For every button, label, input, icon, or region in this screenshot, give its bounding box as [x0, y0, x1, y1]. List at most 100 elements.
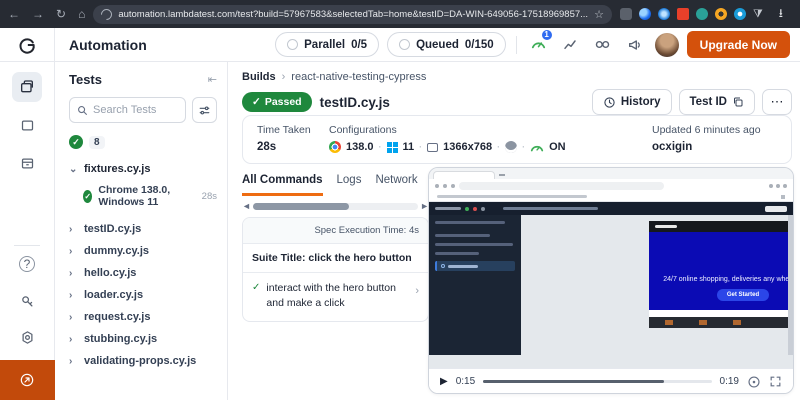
- rail-builds-button[interactable]: [12, 72, 42, 102]
- integrations-button[interactable]: [591, 33, 615, 57]
- breadcrumb-current[interactable]: react-native-testing-cypress: [291, 71, 426, 83]
- tree-child-chrome-windows[interactable]: ✓ Chrome 138.0, Windows 11 28s: [83, 184, 217, 208]
- scrollbar-thumb[interactable]: [253, 203, 349, 210]
- incognito-icon: [505, 141, 517, 153]
- breadcrumb: Builds › react-native-testing-cypress: [242, 71, 426, 83]
- blue-extension-icon[interactable]: [658, 8, 670, 20]
- bookmark-extension-icon[interactable]: [677, 8, 689, 20]
- video-runner-sidebar: [429, 215, 521, 355]
- search-tests-input[interactable]: [93, 104, 178, 116]
- tree-item-dummy[interactable]: › dummy.cy.js: [69, 240, 217, 262]
- history-label: History: [621, 96, 661, 108]
- test-id-button[interactable]: Test ID: [679, 89, 756, 115]
- edge-extension-icon[interactable]: [639, 8, 651, 20]
- playback-settings-icon: [747, 375, 761, 389]
- screenshot-extension-icon[interactable]: [620, 8, 632, 20]
- breadcrumb-separator-icon: ›: [282, 71, 286, 83]
- status-badge-label: Passed: [265, 96, 302, 108]
- main-content: Builds › react-native-testing-cypress ✓ …: [228, 62, 800, 400]
- product-switcher-button[interactable]: [0, 360, 55, 400]
- downloads-icon[interactable]: ⭳: [779, 4, 783, 25]
- video-browser-tab: [433, 171, 495, 179]
- video-frame[interactable]: 24/7 online shopping, deliveries any whe…: [429, 168, 793, 368]
- lambdatest-extension-icon[interactable]: [696, 8, 708, 20]
- tab-logs[interactable]: Logs: [337, 174, 362, 196]
- tabs-horizontal-scrollbar[interactable]: ◄ ►: [242, 201, 429, 211]
- playback-settings-button[interactable]: [747, 375, 761, 389]
- chevron-right-icon: ›: [415, 285, 419, 297]
- updated-label: Updated 6 minutes ago: [652, 124, 761, 136]
- fullscreen-icon: [769, 375, 782, 388]
- help-button[interactable]: ?: [19, 256, 35, 272]
- access-key-button[interactable]: [12, 286, 42, 316]
- video-runner-specs-blob: [435, 207, 461, 210]
- search-tests-box[interactable]: [69, 97, 186, 123]
- archive-icon: [20, 156, 35, 171]
- fullscreen-button[interactable]: [769, 375, 782, 388]
- video-controls: ▶ 0:15 0:19: [429, 368, 793, 394]
- collapse-sidebar-icon[interactable]: ⇤: [208, 73, 217, 86]
- back-icon[interactable]: ←: [8, 8, 20, 20]
- filter-tests-button[interactable]: [192, 97, 217, 123]
- sidebar-title: Tests: [69, 72, 102, 87]
- video-url-pill: [459, 182, 664, 190]
- announcements-button[interactable]: [623, 33, 647, 57]
- tree-item-request[interactable]: › request.cy.js: [69, 306, 217, 328]
- site-settings-icon[interactable]: [99, 6, 115, 22]
- rail-sessions-button[interactable]: [12, 110, 42, 140]
- forward-icon[interactable]: →: [32, 8, 44, 20]
- more-icon: ⋯: [771, 94, 784, 110]
- tree-item-label: fixtures.cy.js: [84, 163, 150, 175]
- orange-extension-icon[interactable]: [715, 8, 727, 20]
- more-options-button[interactable]: ⋯: [762, 89, 792, 115]
- tab-network[interactable]: Network: [375, 174, 417, 196]
- parallel-status-button[interactable]: Parallel 0/5: [275, 32, 379, 57]
- builds-icon: [19, 79, 35, 95]
- queued-value: 0/150: [465, 39, 494, 51]
- command-step-row[interactable]: ✓ interact with the hero button and make…: [243, 273, 428, 321]
- home-icon[interactable]: ⌂: [78, 8, 85, 20]
- video-progress-bar[interactable]: [483, 380, 711, 383]
- breadcrumb-builds-link[interactable]: Builds: [242, 71, 276, 83]
- speedometer-button[interactable]: 1: [527, 33, 551, 57]
- history-button[interactable]: History: [592, 89, 672, 115]
- page-title: Automation: [69, 37, 147, 53]
- rail-archive-button[interactable]: [12, 148, 42, 178]
- line-chart-icon: [563, 37, 579, 53]
- divider: [14, 245, 40, 246]
- address-bar[interactable]: automation.lambdatest.com/test?build=579…: [93, 5, 612, 24]
- queued-status-button[interactable]: Queued 0/150: [387, 32, 506, 57]
- tree-item-loader[interactable]: › loader.cy.js: [69, 284, 217, 306]
- tree-item-stubbing[interactable]: › stubbing.cy.js: [69, 328, 217, 350]
- settings-button[interactable]: [12, 322, 42, 352]
- separator: ·: [379, 142, 382, 152]
- extensions-puzzle-icon[interactable]: ⧩: [753, 8, 763, 21]
- updated-user: ocxigin: [652, 141, 761, 153]
- tree-item-fixtures[interactable]: ⌄ fixtures.cy.js: [69, 163, 217, 175]
- upgrade-now-button[interactable]: Upgrade Now: [687, 31, 790, 58]
- scroll-left-icon[interactable]: ◄: [242, 201, 251, 211]
- lambdatest-logo[interactable]: [0, 28, 55, 61]
- screen: ← → ↻ ⌂ automation.lambdatest.com/test?b…: [0, 0, 800, 400]
- parallel-value: 0/5: [351, 39, 367, 51]
- tree-item-testid[interactable]: › testID.cy.js: [69, 218, 217, 240]
- play-button[interactable]: ▶: [440, 376, 448, 387]
- tab-all-commands[interactable]: All Commands: [242, 174, 323, 196]
- separator: ·: [419, 142, 422, 152]
- scrollbar-track[interactable]: [253, 203, 418, 210]
- tree-item-validating-props[interactable]: › validating-props.cy.js: [69, 350, 217, 372]
- reload-icon[interactable]: ↻: [56, 8, 66, 20]
- download-manager-extension-icon[interactable]: [734, 8, 746, 20]
- insights-button[interactable]: [559, 33, 583, 57]
- step-label: interact with the hero button and make a…: [266, 281, 409, 311]
- tree-item-label: validating-props.cy.js: [84, 355, 196, 367]
- tree-item-hello[interactable]: › hello.cy.js: [69, 262, 217, 284]
- tree-item-label: loader.cy.js: [84, 289, 143, 301]
- test-video-player: 24/7 online shopping, deliveries any whe…: [428, 167, 794, 394]
- bookmark-star-icon[interactable]: ☆: [594, 8, 604, 21]
- video-total-time: 0:19: [720, 376, 739, 387]
- user-avatar[interactable]: [655, 33, 679, 57]
- megaphone-icon: [627, 37, 643, 53]
- url-text[interactable]: automation.lambdatest.com/test?build=579…: [118, 9, 588, 20]
- tree-child-duration: 28s: [202, 191, 217, 202]
